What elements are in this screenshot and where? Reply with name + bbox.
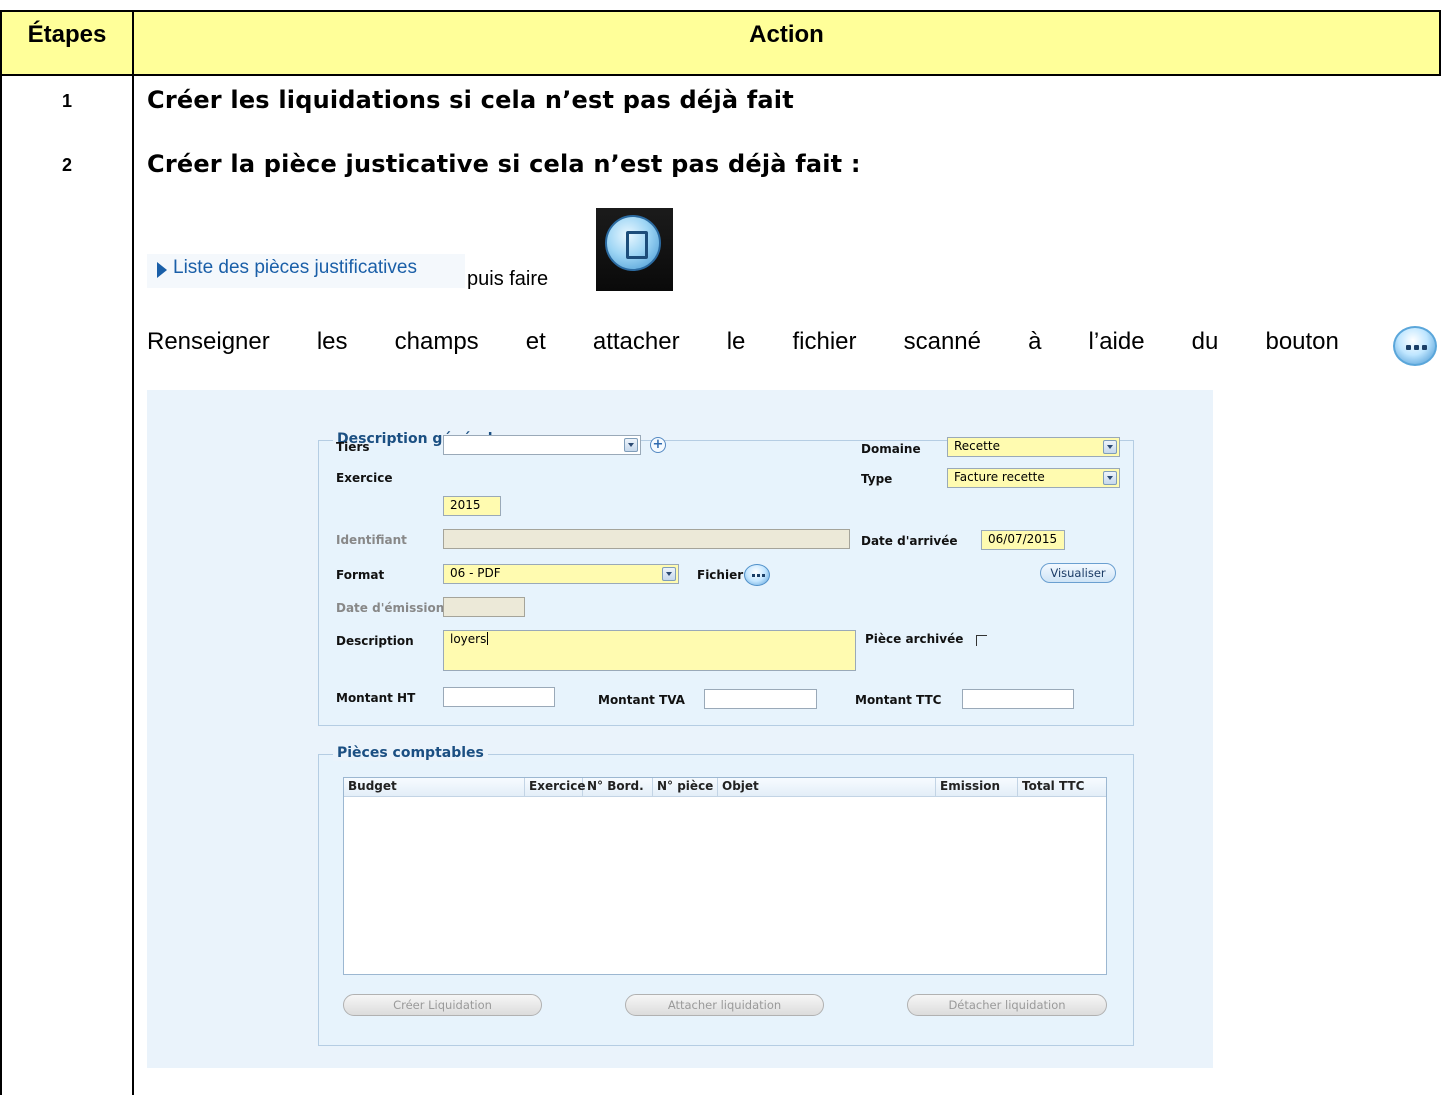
identifiant-label: Identifiant [336, 533, 407, 547]
column-num-piece[interactable]: N° pièce [653, 778, 718, 796]
browse-file-button[interactable] [744, 564, 770, 586]
montant-ttc-field[interactable] [962, 689, 1074, 709]
fichier-label: Fichier [697, 568, 744, 582]
description-label: Description [336, 634, 414, 648]
column-budget[interactable]: Budget [344, 778, 525, 796]
format-select[interactable]: 06 - PDF [443, 564, 679, 584]
pieces-list-link-label: Liste des pièces justificatives [173, 257, 417, 278]
play-arrow-icon [157, 262, 167, 278]
domaine-label: Domaine [861, 442, 921, 456]
montant-tva-label: Montant TVA [598, 693, 685, 707]
add-tiers-icon[interactable]: + [650, 437, 666, 453]
header-action: Action [749, 21, 824, 48]
format-label: Format [336, 568, 385, 582]
header-steps: Étapes [27, 21, 107, 48]
visualiser-button[interactable]: Visualiser [1040, 563, 1116, 583]
pieces-table-header: Budget Exercice N° Bord. N° pièce Objet … [344, 778, 1106, 797]
column-num-bord[interactable]: N° Bord. [583, 778, 653, 796]
chevron-down-icon [662, 567, 676, 581]
browse-file-icon [1393, 326, 1437, 366]
header-action-cell: Action [134, 10, 1441, 76]
instruction-word: bouton [1265, 328, 1339, 355]
new-document-icon [605, 215, 661, 271]
chevron-down-icon [624, 438, 638, 452]
tiers-label: Tiers [336, 440, 370, 454]
domaine-select[interactable]: Recette [947, 437, 1120, 457]
instruction-word: du [1191, 328, 1219, 355]
description-field[interactable]: loyers [443, 630, 856, 671]
piece-form-screenshot: Description générale Tiers + Exercice 20… [147, 390, 1213, 1068]
montant-ht-label: Montant HT [336, 691, 416, 705]
step-number-2: 2 [61, 155, 72, 175]
chevron-down-icon [1103, 471, 1117, 485]
montant-ttc-label: Montant TTC [855, 693, 942, 707]
table-left-border [0, 76, 2, 1095]
instruction-word: champs [394, 328, 479, 355]
new-document-button[interactable] [596, 208, 673, 291]
detacher-liquidation-button[interactable]: Détacher liquidation [907, 994, 1107, 1016]
pieces-list-link[interactable]: Liste des pièces justificatives [147, 254, 465, 288]
header-steps-cell: Étapes [0, 10, 134, 76]
attacher-liquidation-button[interactable]: Attacher liquidation [625, 994, 824, 1016]
piece-archivee-label: Pièce archivée [865, 632, 964, 646]
pieces-table[interactable]: Budget Exercice N° Bord. N° pièce Objet … [343, 777, 1107, 975]
column-emission[interactable]: Emission [936, 778, 1018, 796]
date-arrivee-label: Date d'arrivée [861, 534, 958, 548]
instruction-word: fichier [792, 328, 857, 355]
step-number-1: 1 [61, 91, 72, 111]
instruction-word: le [726, 328, 746, 355]
date-emission-field [443, 597, 525, 617]
exercice-field[interactable]: 2015 [443, 496, 501, 516]
step-title-2: Créer la pièce justicative si cela n’est… [147, 150, 861, 178]
piece-archivee-checkbox[interactable] [976, 635, 987, 646]
pieces-comptables-legend: Pièces comptables [333, 745, 488, 761]
exercice-label: Exercice [336, 471, 393, 485]
column-exercice[interactable]: Exercice [525, 778, 585, 796]
instruction-word: Renseigner [147, 328, 270, 355]
date-emission-label: Date d'émission [336, 601, 445, 615]
step-title-1: Créer les liquidations si cela n’est pas… [147, 86, 794, 114]
instruction-word: l’aide [1088, 328, 1145, 355]
instruction-word: attacher [592, 328, 680, 355]
instruction-word: et [525, 328, 546, 355]
type-select[interactable]: Facture recette [947, 468, 1120, 488]
puis-faire-text: puis faire [467, 268, 549, 290]
column-total-ttc[interactable]: Total TTC [1018, 778, 1106, 796]
table-column-divider [132, 76, 134, 1095]
montant-tva-field[interactable] [704, 689, 817, 709]
instruction-word: à [1028, 328, 1042, 355]
montant-ht-field[interactable] [443, 687, 555, 707]
date-arrivee-field[interactable]: 06/07/2015 [981, 530, 1065, 550]
identifiant-field [443, 529, 850, 549]
tiers-select[interactable] [443, 435, 641, 455]
type-label: Type [861, 472, 893, 486]
instruction-word: scanné [903, 328, 981, 355]
chevron-down-icon [1103, 440, 1117, 454]
instruction-word: les [316, 328, 348, 355]
creer-liquidation-button[interactable]: Créer Liquidation [343, 994, 542, 1016]
instruction-text: Renseigner les champs et attacher le fic… [147, 328, 1339, 362]
column-objet[interactable]: Objet [718, 778, 936, 796]
